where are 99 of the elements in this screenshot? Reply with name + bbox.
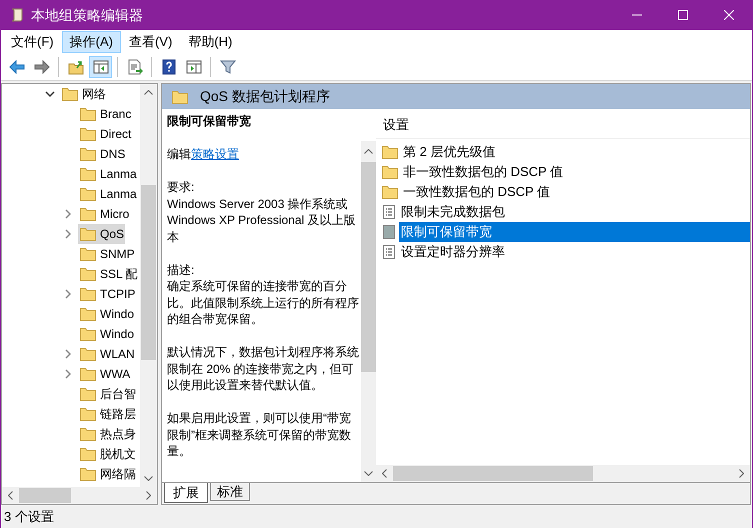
tree-item[interactable]: WLAN — [78, 344, 136, 364]
folder-icon — [382, 185, 398, 199]
chevron-down-icon[interactable] — [45, 89, 55, 99]
folder-icon — [80, 327, 96, 341]
description-paragraph: 默认情况下，数据包计划程序将系统限制在 20% 的连接带宽之内，但可以使用此设置来替代默认值。 — [167, 344, 359, 394]
panel-icon — [92, 59, 108, 75]
menu-item[interactable]: 帮助(H) — [180, 31, 240, 53]
horizontal-scrollbar[interactable] — [2, 487, 157, 504]
arrow-left-icon — [8, 59, 24, 75]
scroll-down-icon — [144, 476, 153, 481]
folder-icon — [80, 307, 96, 321]
tree-item[interactable]: 网络隔 — [78, 464, 137, 484]
folder-icon — [80, 427, 96, 441]
tree-item[interactable]: 脱机文 — [78, 444, 137, 464]
scrollbar-thumb[interactable] — [19, 488, 71, 503]
scroll-right-icon — [146, 491, 151, 500]
folder-icon — [80, 187, 96, 201]
scroll-up-icon — [144, 90, 153, 95]
folder-icon — [80, 107, 96, 121]
folder-icon — [80, 207, 96, 221]
tree-item[interactable]: SSL 配 — [78, 264, 139, 284]
description-paragraph: 要求: Windows Server 2003 操作系统或 Windows XP Professional 及以上版本 — [167, 179, 357, 245]
scrollbar-thumb[interactable] — [393, 466, 593, 481]
description-paragraph: 如果启用此设置，则可以使用“带宽限制”框来调整系统可保留的带宽数量。 — [167, 410, 352, 460]
vertical-scrollbar[interactable] — [361, 141, 376, 482]
document-arrow-icon — [126, 59, 142, 75]
folder-icon — [80, 247, 96, 261]
tree-item[interactable]: Windo — [78, 324, 136, 344]
tree-item[interactable]: Lanma — [78, 184, 138, 204]
setting-item[interactable]: 非一致性数据包的 DSCP 值 — [401, 162, 750, 182]
tree-item[interactable]: Branc — [78, 104, 132, 124]
folder-icon — [80, 387, 96, 401]
description-title: 限制可保留带宽 — [167, 113, 252, 130]
tree-item[interactable]: DNS — [78, 144, 126, 164]
tree-item[interactable]: Lanma — [78, 164, 138, 184]
folder-icon — [80, 287, 96, 301]
scroll-down-icon — [364, 471, 373, 476]
folder-icon — [80, 447, 96, 461]
chevron-right-icon[interactable] — [63, 289, 73, 299]
scrollbar-thumb[interactable] — [361, 162, 376, 372]
tree-item[interactable]: 网络 — [60, 84, 107, 104]
vertical-scrollbar[interactable] — [140, 84, 157, 487]
panel-icon — [186, 59, 202, 75]
folder-icon — [80, 347, 96, 361]
folder-icon — [382, 165, 398, 179]
menu-item[interactable]: 文件(F) — [3, 31, 62, 53]
folder-icon — [382, 145, 398, 159]
setting-list-icon — [382, 204, 396, 220]
tab[interactable]: 扩展 — [164, 483, 208, 503]
panel-header: QoS 数据包计划程序 — [200, 87, 330, 106]
tree-item[interactable]: 热点身 — [78, 424, 137, 444]
menu-item[interactable]: 查看(V) — [120, 31, 180, 53]
setting-list-icon — [382, 244, 396, 260]
folder-icon — [80, 267, 96, 281]
folder-icon — [80, 367, 96, 381]
setting-item[interactable]: 一致性数据包的 DSCP 值 — [401, 182, 750, 202]
folder-icon — [80, 227, 96, 241]
menu-item[interactable]: 操作(A) — [62, 31, 121, 53]
tree-item[interactable]: TCPIP — [78, 284, 136, 304]
column-header[interactable]: 设置 — [383, 114, 409, 134]
folder-icon — [80, 147, 96, 161]
scrollbar-thumb[interactable] — [141, 185, 156, 360]
tree-item[interactable]: 链路层 — [78, 404, 137, 424]
setting-item[interactable]: 第 2 层优先级值 — [401, 142, 750, 162]
folder-up-icon — [68, 59, 84, 75]
scroll-right-icon — [739, 469, 744, 478]
tab[interactable]: 标准 — [210, 483, 250, 501]
folder-icon — [62, 87, 78, 101]
policy-settings-link[interactable]: 策略设置 — [191, 147, 239, 161]
folder-icon — [172, 90, 188, 104]
tree-item[interactable]: SNMP — [78, 244, 136, 264]
scroll-up-icon — [364, 149, 373, 154]
folder-icon — [80, 127, 96, 141]
folder-icon — [80, 167, 96, 181]
tree-item[interactable]: Direct — [78, 124, 132, 144]
scroll-left-icon — [8, 491, 13, 500]
edit-label: 编辑 — [167, 147, 191, 161]
tree-item[interactable]: Windo — [78, 304, 136, 324]
folder-icon — [80, 467, 96, 481]
setting-item[interactable]: 限制可保留带宽 — [399, 222, 750, 242]
tree-item[interactable]: Micro — [78, 204, 130, 224]
scroll-left-icon — [382, 469, 387, 478]
toolbar-button[interactable] — [89, 56, 112, 78]
folder-icon — [80, 407, 96, 421]
description-paragraph: 描述: 确定系统可保留的连接带宽的百分比。此值限制系统上运行的所有程序的组合带宽保留。 — [167, 262, 359, 328]
maximize-icon — [678, 10, 688, 20]
status-text: 3 个设置 — [4, 508, 54, 526]
arrow-right-icon — [34, 59, 50, 75]
window-title: 本地组策略编辑器 — [31, 6, 143, 24]
scroll-icon — [9, 7, 25, 23]
tree-item[interactable]: WWA — [78, 364, 132, 384]
tree-item[interactable]: 后台智 — [78, 384, 137, 404]
close-icon — [724, 10, 734, 20]
tree-item[interactable]: QoS — [78, 224, 126, 244]
setting-item[interactable]: 设置定时器分辨率 — [399, 242, 750, 262]
filter-icon — [220, 59, 236, 75]
horizontal-scrollbar[interactable] — [376, 465, 750, 482]
help-icon — [160, 59, 176, 75]
setting-item[interactable]: 限制未完成数据包 — [399, 202, 750, 222]
